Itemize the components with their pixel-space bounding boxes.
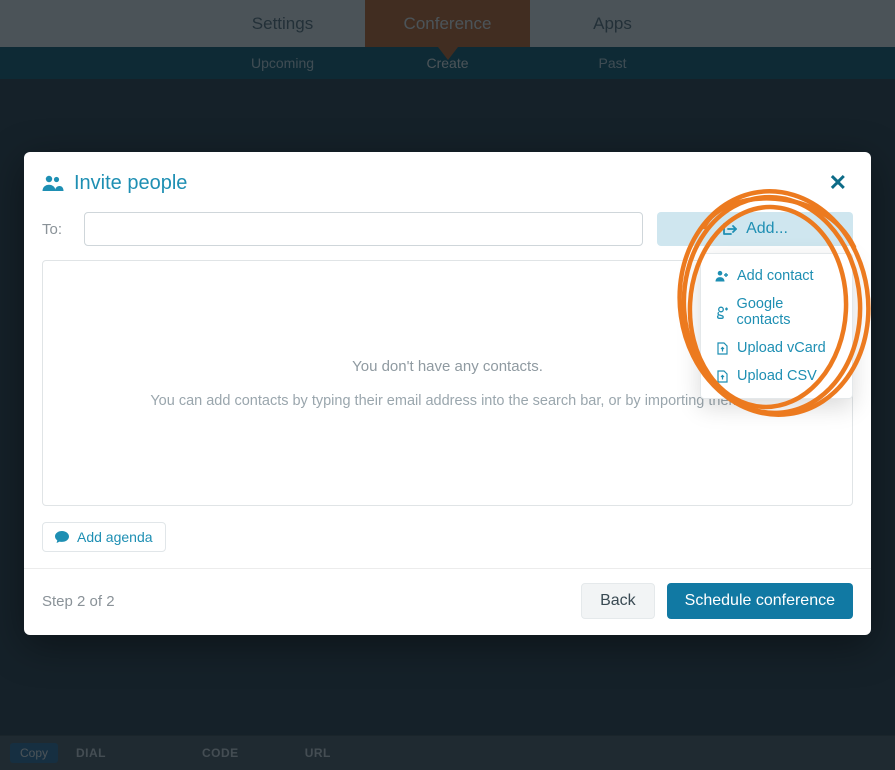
file-up-icon: [715, 370, 729, 383]
empty-state-title: You don't have any contacts.: [352, 358, 543, 375]
back-button[interactable]: Back: [581, 583, 655, 619]
person-plus-icon: [715, 270, 729, 282]
agenda-row: Add agenda: [24, 516, 871, 568]
app-root: Settings Conference Apps Upcoming Create…: [0, 0, 895, 770]
footer-actions: Back Schedule conference: [581, 583, 853, 619]
google-icon: [715, 306, 729, 319]
file-up-icon: [715, 342, 729, 355]
to-row: To: Add...: [24, 204, 871, 258]
add-agenda-label: Add agenda: [77, 529, 153, 545]
people-icon: [42, 174, 64, 192]
modal-header: Invite people ✕: [24, 152, 871, 204]
dropdown-google-contacts[interactable]: Google contacts: [701, 290, 852, 334]
dropdown-upload-csv-label: Upload CSV: [737, 368, 817, 384]
speech-icon: [55, 531, 69, 544]
recipient-input[interactable]: [84, 212, 643, 246]
modal-title-wrap: Invite people: [42, 172, 187, 195]
schedule-conference-button[interactable]: Schedule conference: [667, 583, 853, 619]
dropdown-add-contact[interactable]: Add contact: [701, 262, 852, 290]
add-agenda-button[interactable]: Add agenda: [42, 522, 166, 552]
to-label: To:: [42, 221, 70, 238]
dropdown-upload-csv[interactable]: Upload CSV: [701, 362, 852, 390]
import-icon: [722, 222, 738, 236]
add-button-label: Add...: [746, 220, 788, 238]
close-icon[interactable]: ✕: [823, 166, 853, 200]
add-dropdown: Add contact Google contacts Upload vCard…: [700, 253, 853, 399]
step-indicator: Step 2 of 2: [42, 593, 115, 610]
dropdown-upload-vcard[interactable]: Upload vCard: [701, 334, 852, 362]
dropdown-add-contact-label: Add contact: [737, 268, 814, 284]
modal-footer: Step 2 of 2 Back Schedule conference: [24, 568, 871, 635]
add-button[interactable]: Add...: [657, 212, 853, 246]
modal-title: Invite people: [74, 172, 187, 195]
dropdown-upload-vcard-label: Upload vCard: [737, 340, 826, 356]
empty-state-desc: You can add contacts by typing their ema…: [150, 393, 744, 409]
dropdown-google-contacts-label: Google contacts: [737, 296, 838, 328]
